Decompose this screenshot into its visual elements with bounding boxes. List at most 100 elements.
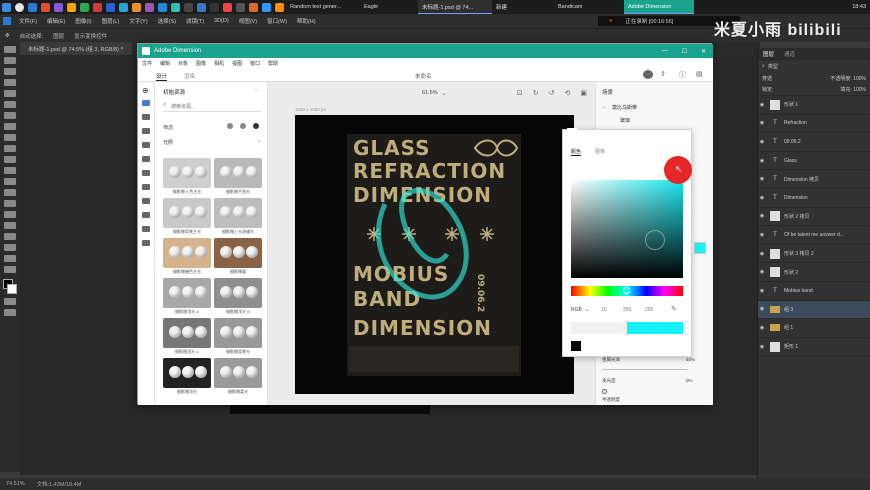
zoom-icon[interactable] <box>142 226 150 232</box>
app-icon[interactable] <box>236 2 245 12</box>
menu-layer[interactable]: 图层(L) <box>97 17 125 25</box>
menu-window[interactable]: 窗口(W) <box>262 17 292 25</box>
add-icon[interactable]: ⊕ <box>142 86 150 95</box>
app-icon[interactable] <box>184 2 193 12</box>
move-icon[interactable] <box>142 184 150 190</box>
firefox-icon[interactable] <box>275 2 284 12</box>
help-icon[interactable]: ⓘ <box>679 70 686 80</box>
taskbar-item-dimension[interactable]: Adobe Dimension <box>624 0 694 14</box>
visibility-eye-icon[interactable]: ◉ <box>758 120 766 126</box>
filter-lights-icon[interactable] <box>240 123 246 129</box>
auto-select-dropdown[interactable]: 图层 <box>48 32 69 40</box>
eraser-tool-icon[interactable] <box>4 156 16 163</box>
gradient-tool-icon[interactable] <box>4 167 16 174</box>
show-transform-checkbox[interactable]: 显示变换控件 <box>69 32 112 40</box>
hand-icon[interactable] <box>142 240 150 246</box>
layer-row[interactable]: ◉ 组 1 <box>758 319 870 338</box>
chat-icon[interactable]: ▤ <box>696 70 703 78</box>
render-preview-icon[interactable]: ▣ <box>580 89 587 97</box>
filter-materials-icon[interactable] <box>227 123 233 129</box>
visibility-eye-icon[interactable]: ◉ <box>758 325 766 331</box>
chevron-down-icon[interactable]: ⌄ <box>585 307 589 313</box>
path-select-tool-icon[interactable] <box>4 222 16 229</box>
dodge-tool-icon[interactable] <box>4 189 16 196</box>
tab-design[interactable]: 设计 <box>156 72 168 81</box>
asset-thumbnail[interactable] <box>214 278 262 308</box>
opacity-value[interactable]: 100% <box>853 76 866 82</box>
app-icon[interactable] <box>171 2 180 12</box>
quick-mask-icon[interactable] <box>4 298 16 305</box>
rotate-tool-icon[interactable] <box>142 128 150 134</box>
visibility-eye-icon[interactable]: ◉ <box>758 232 766 238</box>
asset-thumbnail[interactable] <box>214 158 262 188</box>
background-color-swatch[interactable] <box>7 284 17 294</box>
dim-menu-file[interactable]: 文件 <box>138 60 156 67</box>
saturation-box[interactable] <box>571 180 683 278</box>
cloud-icon[interactable] <box>643 70 653 79</box>
history-brush-tool-icon[interactable] <box>4 145 16 152</box>
tab-layers[interactable]: 图层 <box>758 50 779 58</box>
tab-channels[interactable]: 通道 <box>779 50 800 58</box>
zoom-tool-icon[interactable] <box>4 255 16 262</box>
asset-thumbnail[interactable] <box>214 318 262 348</box>
select-tool-icon[interactable] <box>142 100 150 106</box>
app-icon[interactable] <box>210 2 219 12</box>
layer-row[interactable]: ◉ T Refraction <box>758 115 870 134</box>
zoom-level[interactable]: 61.5% <box>422 90 438 96</box>
sparkle-icon[interactable] <box>142 142 150 148</box>
menu-filter[interactable]: 滤镜(T) <box>181 17 209 25</box>
visibility-eye-icon[interactable]: ◉ <box>758 344 766 350</box>
dim-menu-help[interactable]: 帮助 <box>264 60 282 67</box>
share-icon[interactable]: ⇪ <box>660 70 666 78</box>
layer-row[interactable]: ◉ 形状 2 <box>758 263 870 282</box>
blue-value[interactable]: 255 <box>645 307 653 313</box>
metal-slider[interactable] <box>602 369 687 370</box>
visibility-eye-icon[interactable]: ◉ <box>758 288 766 294</box>
pen-tool-icon[interactable] <box>4 200 16 207</box>
app-icon[interactable] <box>119 2 128 12</box>
windows-start-icon[interactable] <box>2 2 11 12</box>
camera-bookmark-icon[interactable]: ⊡ <box>517 89 523 97</box>
close-icon[interactable]: ✕ <box>694 48 713 55</box>
visibility-eye-icon[interactable]: ◉ <box>758 251 766 257</box>
cortana-icon[interactable] <box>15 2 24 12</box>
tab-image[interactable]: 图像 <box>595 148 605 155</box>
tab-render[interactable]: 渲染 <box>184 72 195 80</box>
maximize-icon[interactable]: ☐ <box>675 48 694 55</box>
folder-icon[interactable] <box>67 2 76 12</box>
shape-tool-icon[interactable] <box>4 233 16 240</box>
visibility-eye-icon[interactable]: ◉ <box>758 139 766 145</box>
layer-row[interactable]: ◉ T Glass <box>758 152 870 171</box>
marquee-tool-icon[interactable] <box>4 57 16 64</box>
glow-slider-knob[interactable] <box>602 389 607 394</box>
asset-thumbnail[interactable] <box>163 198 211 228</box>
app-icon[interactable] <box>132 2 141 12</box>
layer-row[interactable]: ◉ 形状 3 拷贝 2 <box>758 245 870 264</box>
color-mode-select[interactable]: RGB <box>571 307 582 313</box>
asset-thumbnail[interactable] <box>214 198 262 228</box>
layer-row[interactable]: ◉ T Dimension 拷贝 <box>758 170 870 189</box>
taskbar-item-new[interactable]: 新建 <box>492 0 554 14</box>
dim-menu-window[interactable]: 窗口 <box>246 60 264 67</box>
asset-thumbnail[interactable] <box>163 158 211 188</box>
blur-tool-icon[interactable] <box>4 178 16 185</box>
type-tool-icon[interactable] <box>4 211 16 218</box>
chevron-down-icon[interactable]: ⌄ <box>257 137 262 144</box>
app-icon[interactable] <box>262 2 271 12</box>
orbit-icon[interactable] <box>142 212 150 218</box>
scene-title[interactable]: 场景 <box>602 88 613 96</box>
brush-tool-icon[interactable] <box>4 123 16 130</box>
dim-menu-view[interactable]: 视图 <box>228 60 246 67</box>
glow-value[interactable]: 0% <box>686 378 693 383</box>
app-icon[interactable] <box>54 2 63 12</box>
eyedropper-icon[interactable] <box>142 156 150 162</box>
app-icon[interactable] <box>223 2 232 12</box>
app-icon[interactable] <box>249 2 258 12</box>
menu-help[interactable]: 帮助(H) <box>292 17 321 25</box>
crop-tool-icon[interactable] <box>4 90 16 97</box>
dim-menu-image[interactable]: 图像 <box>192 60 210 67</box>
blend-mode-select[interactable]: 穿透 <box>762 75 772 82</box>
assets-title[interactable]: 初始资源 <box>163 88 185 96</box>
taskbar-item-bandicam[interactable]: Bandicam <box>554 0 624 14</box>
layer-row[interactable]: ◉ 矩形 1 <box>758 338 870 357</box>
